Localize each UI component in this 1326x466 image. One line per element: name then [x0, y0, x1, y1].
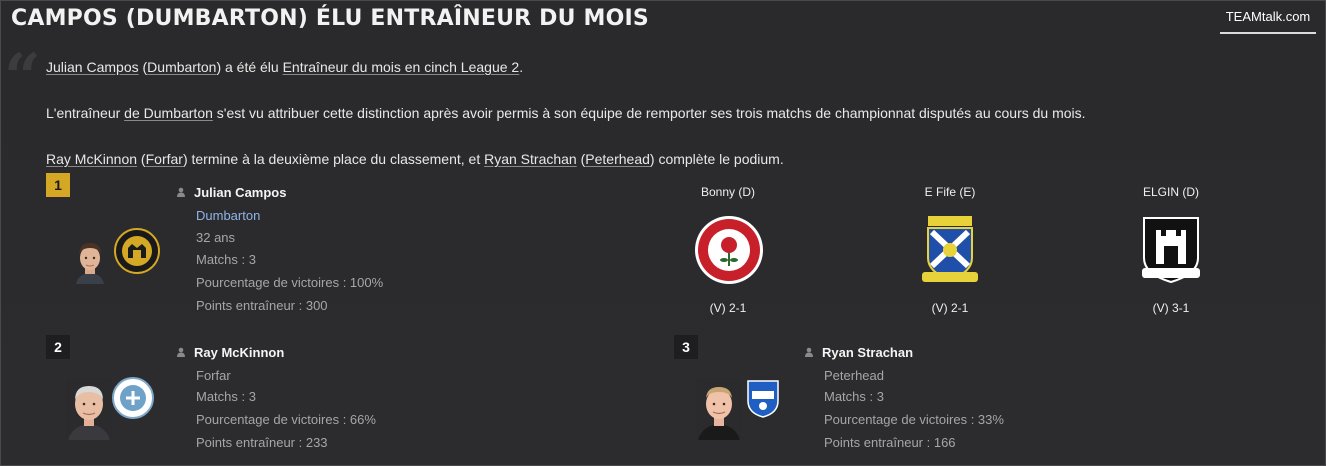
award-link[interactable]: Entraîneur du mois en cinch League 2: [283, 59, 520, 75]
manager-link-strachan[interactable]: Ryan Strachan: [484, 151, 577, 167]
club-link-forfar[interactable]: Forfar: [146, 151, 183, 167]
elgin-city-crest-icon[interactable]: [1138, 214, 1204, 290]
manager-winpct-3: Pourcentage de victoires : 33%: [824, 412, 1004, 427]
manager-name-3[interactable]: Ryan Strachan: [822, 345, 913, 360]
result-opponent-1: Bonny (D): [700, 185, 756, 199]
rank-badge-3: 3: [674, 335, 698, 359]
result-opponent-2: E Fife (E): [924, 185, 976, 199]
person-icon: [805, 347, 813, 357]
manager-matches-3: Matchs : 3: [824, 389, 884, 404]
rank-badge-1: 1: [46, 173, 70, 197]
article-paragraph-2: L'entraîneur de Dumbarton s'est vu attri…: [46, 105, 1086, 121]
club-link-dumbarton-2[interactable]: de Dumbarton: [124, 105, 213, 121]
forfar-crest-icon: [112, 377, 154, 419]
result-opponent-3: ELGIN (D): [1142, 185, 1199, 199]
result-score-2: (V) 2-1: [931, 301, 969, 315]
manager-portrait-mckinnon[interactable]: [66, 378, 112, 440]
article-paragraph-1: Julian Campos (Dumbarton) a été élu Entr…: [46, 59, 524, 75]
news-headline: CAMPOS (DUMBARTON) ÉLU ENTRAÎNEUR DU MOI…: [11, 6, 649, 31]
manager-link-mckinnon[interactable]: Ray McKinnon: [46, 151, 137, 167]
article-paragraph-3: Ray McKinnon (Forfar) termine à la deuxi…: [46, 151, 784, 167]
dumbarton-crest-icon: [114, 228, 160, 274]
news-source-tab[interactable]: TEAMtalk.com: [1220, 6, 1316, 34]
manager-link-campos[interactable]: Julian Campos: [46, 59, 139, 75]
manager-points-2: Points entraîneur : 233: [196, 435, 328, 450]
rank-badge-2: 2: [46, 335, 70, 359]
manager-points-1: Points entraîneur : 300: [196, 298, 328, 313]
manager-club-3[interactable]: Peterhead: [824, 368, 884, 383]
manager-club-1[interactable]: Dumbarton: [196, 208, 260, 223]
manager-name-2[interactable]: Ray McKinnon: [194, 345, 284, 360]
result-score-1: (V) 2-1: [709, 301, 747, 315]
manager-matches-2: Matchs : 3: [196, 389, 256, 404]
person-icon: [177, 347, 185, 357]
quote-mark-icon: “: [4, 40, 41, 115]
club-link-peterhead[interactable]: Peterhead: [585, 151, 650, 167]
result-score-3: (V) 3-1: [1152, 301, 1190, 315]
east-fife-crest-icon[interactable]: [918, 214, 982, 290]
bonnyrigg-rose-crest-icon[interactable]: [693, 214, 765, 290]
manager-winpct-2: Pourcentage de victoires : 66%: [196, 412, 376, 427]
manager-club-2[interactable]: Forfar: [196, 368, 231, 383]
person-icon: [177, 187, 185, 197]
manager-matches-1: Matchs : 3: [196, 252, 256, 267]
manager-portrait-campos[interactable]: [70, 236, 110, 284]
manager-name-1[interactable]: Julian Campos: [194, 185, 286, 200]
manager-winpct-1: Pourcentage de victoires : 100%: [196, 275, 384, 290]
peterhead-crest-icon: [742, 377, 784, 419]
manager-points-3: Points entraîneur : 166: [824, 435, 956, 450]
club-link-dumbarton[interactable]: Dumbarton: [147, 59, 216, 75]
manager-age-1: 32 ans: [196, 230, 236, 245]
manager-portrait-strachan[interactable]: [696, 378, 742, 440]
